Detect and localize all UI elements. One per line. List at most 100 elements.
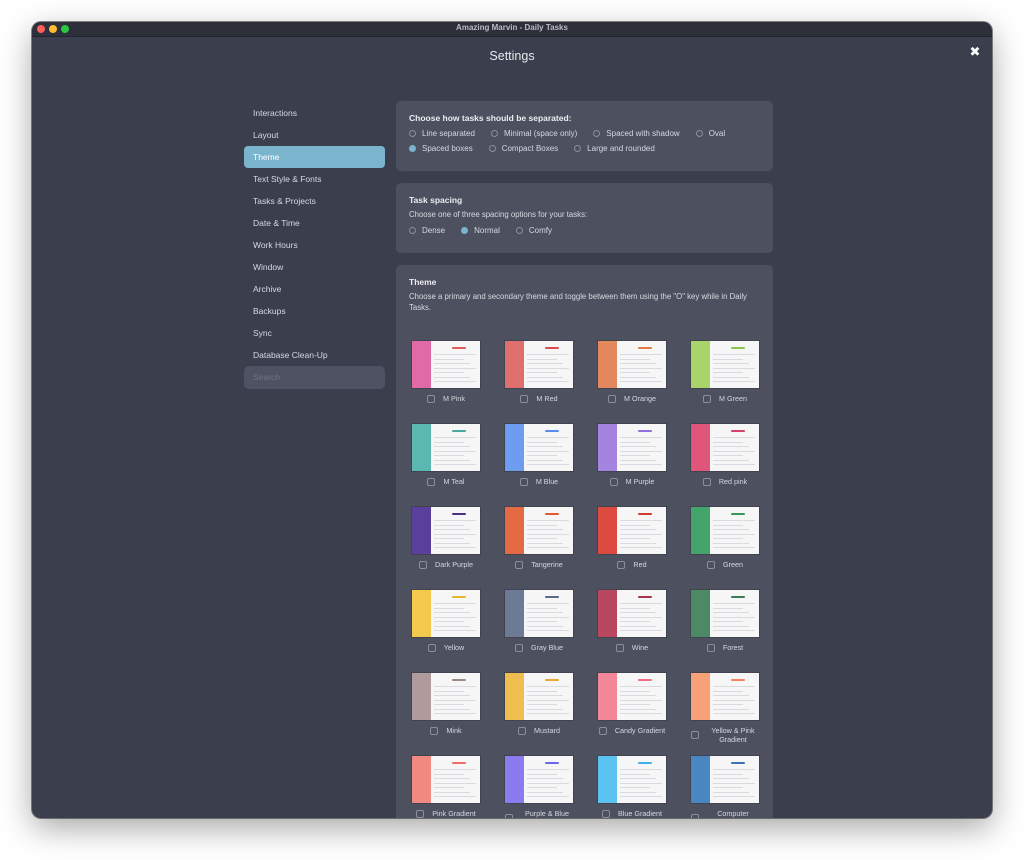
theme-option-m-teal[interactable]: M Teal — [412, 424, 480, 507]
theme-option-tangerine[interactable]: Tangerine — [505, 507, 573, 590]
theme-preview-thumbnail[interactable] — [412, 756, 480, 803]
theme-preview-thumbnail[interactable] — [691, 341, 759, 388]
theme-option-m-purple[interactable]: M Purple — [598, 424, 666, 507]
theme-option-mink[interactable]: Mink — [412, 673, 480, 756]
checkbox-icon[interactable] — [617, 560, 626, 569]
sidebar-item-database-clean-up[interactable]: Database Clean-Up — [244, 344, 385, 366]
search-input[interactable]: Search — [244, 366, 385, 389]
spacing-option-comfy[interactable]: Comfy — [515, 226, 552, 235]
separation-option-compact-boxes[interactable]: Compact Boxes — [488, 144, 558, 153]
sidebar-item-backups[interactable]: Backups — [244, 300, 385, 322]
radio-button-icon[interactable] — [409, 130, 416, 137]
theme-preview-thumbnail[interactable] — [598, 673, 666, 720]
checkbox-icon[interactable] — [520, 394, 529, 403]
sidebar-item-interactions[interactable]: Interactions — [244, 102, 385, 124]
theme-preview-thumbnail[interactable] — [598, 507, 666, 554]
checkbox-icon[interactable] — [702, 477, 711, 486]
sidebar-item-tasks-and-projects[interactable]: Tasks & Projects — [244, 190, 385, 212]
checkbox-icon[interactable] — [416, 809, 425, 818]
theme-preview-thumbnail[interactable] — [598, 590, 666, 637]
checkbox-icon[interactable] — [598, 726, 607, 735]
sidebar-item-theme[interactable]: Theme — [244, 146, 385, 168]
radio-button-icon[interactable] — [593, 130, 601, 137]
theme-option-m-orange[interactable]: M Orange — [598, 341, 666, 424]
checkbox-icon[interactable] — [706, 643, 715, 652]
theme-preview-thumbnail[interactable] — [691, 756, 759, 803]
checkbox-icon[interactable] — [505, 814, 513, 818]
theme-preview-thumbnail[interactable] — [691, 424, 759, 471]
theme-preview-thumbnail[interactable] — [412, 590, 480, 637]
checkbox-icon[interactable] — [691, 814, 699, 818]
theme-option-yellow-and-pink-gradient[interactable]: Yellow & Pink Gradient — [691, 673, 759, 756]
theme-option-red[interactable]: Red — [598, 507, 666, 590]
sidebar-item-date-and-time[interactable]: Date & Time — [244, 212, 385, 234]
checkbox-icon[interactable] — [615, 643, 624, 652]
theme-preview-thumbnail[interactable] — [505, 756, 573, 803]
separation-option-line-separated[interactable]: Line separated — [409, 129, 475, 138]
checkbox-icon[interactable] — [703, 394, 712, 403]
checkbox-icon[interactable] — [515, 560, 524, 569]
theme-preview-thumbnail[interactable] — [598, 756, 666, 803]
theme-option-red-pink[interactable]: Red pink — [691, 424, 759, 507]
checkbox-icon[interactable] — [427, 394, 436, 403]
sidebar-item-layout[interactable]: Layout — [244, 124, 385, 146]
theme-preview-thumbnail[interactable] — [598, 341, 666, 388]
theme-preview-thumbnail[interactable] — [505, 341, 573, 388]
theme-preview-thumbnail[interactable] — [691, 507, 759, 554]
theme-option-computer-gradient[interactable]: Computer Gradient — [691, 756, 759, 818]
theme-preview-thumbnail[interactable] — [505, 673, 573, 720]
theme-option-m-blue[interactable]: M Blue — [505, 424, 573, 507]
separation-option-spaced-with-shadow[interactable]: Spaced with shadow — [593, 129, 680, 138]
theme-option-m-green[interactable]: M Green — [691, 341, 759, 424]
theme-option-forest[interactable]: Forest — [691, 590, 759, 673]
theme-option-purple-and-blue-gradient[interactable]: Purple & Blue Gradient — [505, 756, 573, 818]
separation-option-minimal-space-only[interactable]: Minimal (space only) — [490, 129, 577, 138]
theme-option-blue-gradient[interactable]: Blue Gradient — [598, 756, 666, 818]
theme-option-gray-blue[interactable]: Gray Blue — [505, 590, 573, 673]
theme-option-candy-gradient[interactable]: Candy Gradient — [598, 673, 666, 756]
sidebar-item-work-hours[interactable]: Work Hours — [244, 234, 385, 256]
checkbox-icon[interactable] — [707, 560, 715, 569]
close-icon[interactable]: ✖ — [968, 45, 982, 59]
checkbox-icon[interactable] — [430, 726, 439, 735]
checkbox-icon[interactable] — [608, 394, 617, 403]
theme-preview-thumbnail[interactable] — [691, 590, 759, 637]
checkbox-icon[interactable] — [427, 477, 436, 486]
radio-button-icon[interactable] — [515, 227, 523, 234]
checkbox-icon[interactable] — [419, 560, 428, 569]
sidebar-item-archive[interactable]: Archive — [244, 278, 385, 300]
checkbox-icon[interactable] — [427, 643, 436, 652]
sidebar-item-sync[interactable]: Sync — [244, 322, 385, 344]
radio-button-icon[interactable] — [409, 145, 416, 152]
theme-preview-thumbnail[interactable] — [412, 507, 480, 554]
checkbox-icon[interactable] — [609, 477, 618, 486]
radio-button-icon[interactable] — [695, 130, 703, 137]
theme-option-green[interactable]: Green — [691, 507, 759, 590]
theme-option-wine[interactable]: Wine — [598, 590, 666, 673]
checkbox-icon[interactable] — [518, 726, 527, 735]
theme-option-m-red[interactable]: M Red — [505, 341, 573, 424]
separation-option-oval[interactable]: Oval — [695, 129, 725, 138]
theme-preview-thumbnail[interactable] — [691, 673, 759, 720]
checkbox-icon[interactable] — [515, 643, 524, 652]
theme-preview-thumbnail[interactable] — [505, 424, 573, 471]
theme-preview-thumbnail[interactable] — [412, 673, 480, 720]
theme-preview-thumbnail[interactable] — [505, 507, 573, 554]
checkbox-icon[interactable] — [519, 477, 528, 486]
spacing-option-dense[interactable]: Dense — [409, 226, 445, 235]
spacing-option-normal[interactable]: Normal — [461, 226, 500, 235]
radio-button-icon[interactable] — [490, 130, 498, 137]
radio-button-icon[interactable] — [488, 145, 496, 152]
theme-option-yellow[interactable]: Yellow — [412, 590, 480, 673]
theme-option-m-pink[interactable]: M Pink — [412, 341, 480, 424]
sidebar-item-window[interactable]: Window — [244, 256, 385, 278]
theme-option-dark-purple[interactable]: Dark Purple — [412, 507, 480, 590]
theme-preview-thumbnail[interactable] — [505, 590, 573, 637]
radio-button-icon[interactable] — [461, 227, 469, 234]
theme-option-mustard[interactable]: Mustard — [505, 673, 573, 756]
radio-button-icon[interactable] — [409, 227, 416, 234]
checkbox-icon[interactable] — [691, 731, 699, 739]
theme-option-pink-gradient[interactable]: Pink Gradient — [412, 756, 480, 818]
theme-preview-thumbnail[interactable] — [412, 424, 480, 471]
theme-preview-thumbnail[interactable] — [598, 424, 666, 471]
